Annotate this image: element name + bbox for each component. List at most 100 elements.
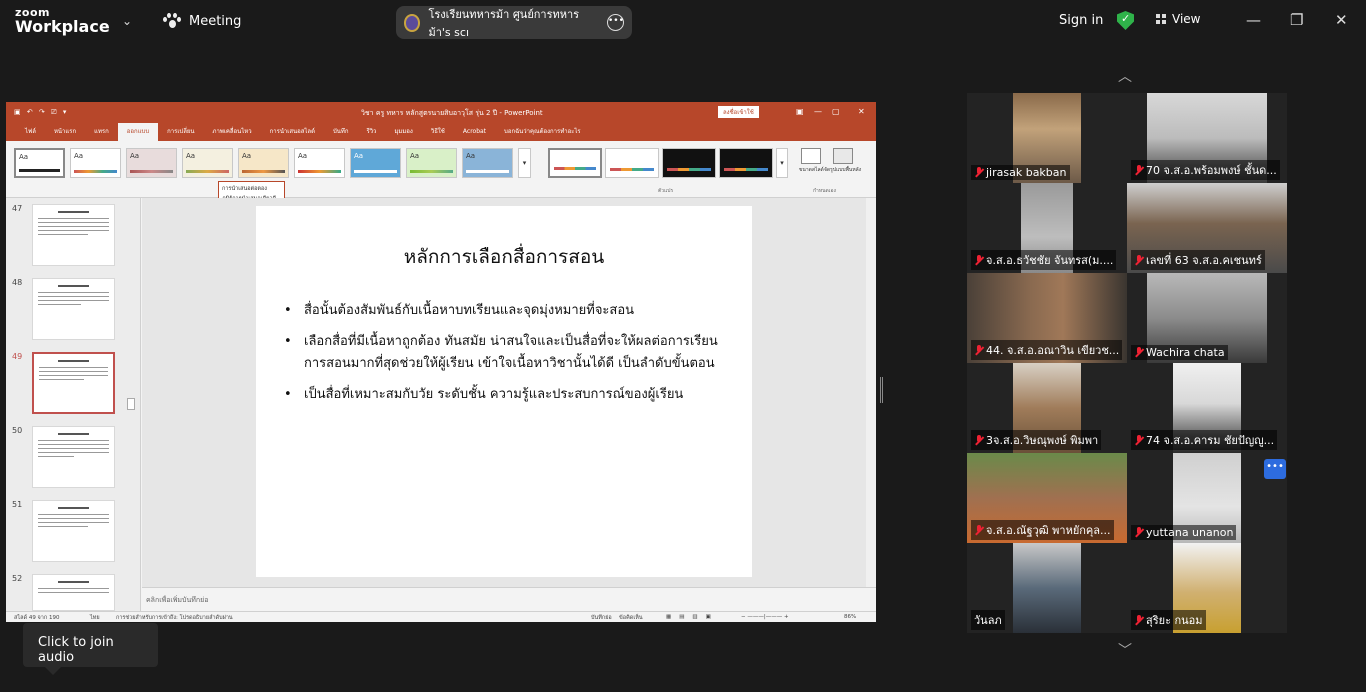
meeting-controls-bar	[0, 686, 1366, 692]
view-button[interactable]: View	[1156, 12, 1200, 26]
notes-pane[interactable]: คลิกเพื่อเพิ่มบันทึกย่อ	[142, 587, 876, 611]
theme-thumbnail[interactable]: Aa	[14, 148, 65, 178]
variant-thumbnail[interactable]	[605, 148, 659, 178]
format-background-button[interactable]: จัดรูปแบบพื้นหลัง	[824, 148, 861, 174]
participant-tile[interactable]: สุริยะ กนอม	[1127, 543, 1287, 633]
mic-muted-icon	[974, 434, 983, 446]
thumb-number: 50	[12, 426, 23, 435]
participant-tile[interactable]: 70 จ.ส.อ.พร้อมพงษ์ ชั้นด...	[1127, 93, 1287, 183]
bullet-item: เลือกสื่อที่มีเนื้อหาถูกต้อง ทันสมัย น่า…	[284, 331, 724, 375]
tab-home[interactable]: หน้าแรก	[45, 123, 85, 141]
meeting-button[interactable]: Meeting	[163, 13, 241, 29]
chevron-down-icon[interactable]: ⌄	[122, 14, 132, 28]
participant-tile[interactable]: yuttana unanon	[1127, 453, 1287, 543]
variant-more-icon[interactable]: ▾	[776, 148, 788, 178]
pp-minimize-icon[interactable]: —	[814, 107, 822, 116]
mic-muted-icon	[974, 344, 983, 356]
status-zoom: 86%	[844, 614, 857, 620]
theme-thumbnail[interactable]: Aa	[350, 148, 401, 178]
tab-review[interactable]: รีวิว	[357, 123, 385, 141]
pp-close-icon[interactable]: ✕	[858, 107, 865, 116]
tab-design[interactable]: ออกแบบ	[117, 123, 159, 141]
theme-more-icon[interactable]: ▾	[518, 148, 531, 178]
theme-thumbnail[interactable]: Aa	[126, 148, 177, 178]
slide-bullets: สื่อนั้นต้องสัมพันธ์กับเนื้อหาบทเรียนและ…	[284, 300, 724, 415]
editor-scrollbar[interactable]	[866, 198, 876, 587]
thumbnail-scrollbar[interactable]	[127, 398, 135, 410]
pp-sign-in-button[interactable]: ลงชื่อเข้าใช้	[718, 106, 759, 118]
tab-file[interactable]: ไฟล์	[16, 123, 45, 141]
tab-insert[interactable]: แทรก	[85, 123, 118, 141]
mic-muted-icon	[1134, 254, 1143, 266]
theme-thumbnail[interactable]: Aa	[70, 148, 121, 178]
theme-thumbnail[interactable]: Aa	[406, 148, 457, 178]
paw-icon	[163, 13, 181, 29]
mic-muted-icon	[974, 167, 983, 178]
tab-help[interactable]: วิธีใช้	[422, 123, 454, 141]
participant-tile[interactable]: จ.ส.อ.ธวัชชัย จันทรส(ม....	[967, 183, 1127, 273]
tooltip-line-1: การนำเสนอต่อตอง	[222, 186, 267, 192]
thumb-number: 47	[12, 204, 23, 213]
zoom-slider[interactable]: − ———|——— +	[741, 614, 789, 620]
shared-screen-powerpoint: ▣ ↶ ↷ ⎚ ▾ วิชา ครู ทหาร หลักสูตรนายสิบอา…	[6, 102, 876, 622]
status-notes-button[interactable]: บันทึกย่อ	[591, 614, 612, 622]
slide-size-button[interactable]: ขนาดสไลด์	[799, 148, 824, 174]
security-shield-icon[interactable]	[1117, 11, 1134, 30]
more-options-icon[interactable]: •••	[607, 14, 624, 31]
thumb-number: 52	[12, 574, 23, 583]
participant-tile[interactable]: เลขที่ 63 จ.ส.อ.คเชนทร์	[1127, 183, 1287, 273]
status-comments-button[interactable]: ข้อคิดเห็น	[619, 614, 643, 622]
participant-name: วันลภ	[971, 610, 1005, 630]
participant-tile[interactable]: 44. จ.ส.อ.อณาวิน เขียวช...	[967, 273, 1127, 363]
participant-tile[interactable]: 74 จ.ส.อ.คารม ชัยปัญญู...	[1127, 363, 1287, 453]
slide-thumbnail[interactable]	[32, 500, 115, 562]
minimize-icon[interactable]: —	[1246, 11, 1261, 29]
tab-transitions[interactable]: การเปลี่ยน	[158, 123, 203, 141]
participant-video	[1013, 543, 1081, 633]
tell-me-search[interactable]: บอกฉันว่าคุณต้องการทำอะไร	[495, 123, 590, 141]
participant-more-options-icon[interactable]: •••	[1264, 459, 1286, 479]
close-icon[interactable]: ✕	[1335, 11, 1348, 29]
tab-view[interactable]: มุมมอง	[385, 123, 421, 141]
grid-view-icon	[1156, 14, 1166, 24]
gallery-down-icon[interactable]: ﹀	[1118, 640, 1132, 660]
participant-tile[interactable]: Wachira chata	[1127, 273, 1287, 363]
splitter-handle[interactable]	[880, 377, 883, 403]
gallery-up-icon[interactable]: ︿	[1118, 66, 1132, 86]
participant-tile[interactable]: 3จ.ส.อ.วิษณุพงษ์ พิมพา	[967, 363, 1127, 453]
participant-name: เลขที่ 63 จ.ส.อ.คเชนทร์	[1131, 250, 1265, 270]
variant-thumbnail[interactable]	[662, 148, 716, 178]
theme-thumbnail[interactable]: Aa	[238, 148, 289, 178]
slide-thumbnail[interactable]	[32, 574, 115, 611]
participant-tile[interactable]: จ.ส.อ.ณัฐวุฒิ พาหยักคุล...	[967, 453, 1127, 543]
pp-ribbon-display-icon[interactable]: ▣	[796, 107, 804, 116]
zoom-logo: zoom Workplace	[15, 7, 110, 35]
theme-thumbnail[interactable]: Aa	[294, 148, 345, 178]
theme-thumbnail[interactable]: Aa	[462, 148, 513, 178]
slide-thumbnail[interactable]	[32, 426, 115, 488]
participant-tile[interactable]: วันลภ	[967, 543, 1127, 633]
view-buttons[interactable]: ▦▤▥▣	[666, 614, 719, 620]
variant-thumbnail[interactable]	[719, 148, 773, 178]
pp-ribbon-tabs: ไฟล์ หน้าแรก แทรก ออกแบบ การเปลี่ยน ภาพเ…	[6, 123, 876, 141]
slide-thumbnail-selected[interactable]	[32, 352, 115, 414]
meeting-info-pill[interactable]: โรงเรียนทหารม้า ศูนย์การทหารม้า's scı ••…	[396, 6, 632, 39]
current-slide[interactable]: หลักการเลือกสื่อการสอน สื่อนั้นต้องสัมพั…	[256, 206, 752, 577]
pp-maximize-icon[interactable]: ▢	[832, 107, 840, 116]
join-audio-tooltip[interactable]: Click to join audio	[23, 623, 158, 675]
maximize-icon[interactable]: ❐	[1290, 11, 1303, 29]
tab-slideshow[interactable]: การนำเสนอสไลด์	[261, 123, 324, 141]
slide-thumbnail[interactable]	[32, 278, 115, 340]
variant-thumbnail[interactable]	[548, 148, 602, 178]
tab-animations[interactable]: ภาพเคลื่อนไหว	[204, 123, 261, 141]
status-accessibility[interactable]: การช่วยสำหรับการเข้าถึง: โปรดอธิบายลำดับ…	[116, 614, 233, 622]
slide-thumbnail[interactable]	[32, 204, 115, 266]
sign-in-button[interactable]: Sign in	[1059, 13, 1103, 28]
quick-access-icons[interactable]: ▣ ↶ ↷ ⎚ ▾	[14, 108, 68, 117]
participant-tile[interactable]: jirasak bakban	[967, 93, 1127, 183]
thumb-number: 48	[12, 278, 23, 287]
theme-thumbnail[interactable]: Aa	[182, 148, 233, 178]
participant-name: สุริยะ กนอม	[1131, 610, 1206, 630]
tab-acrobat[interactable]: Acrobat	[454, 123, 495, 141]
tab-record[interactable]: บันทึก	[324, 123, 358, 141]
